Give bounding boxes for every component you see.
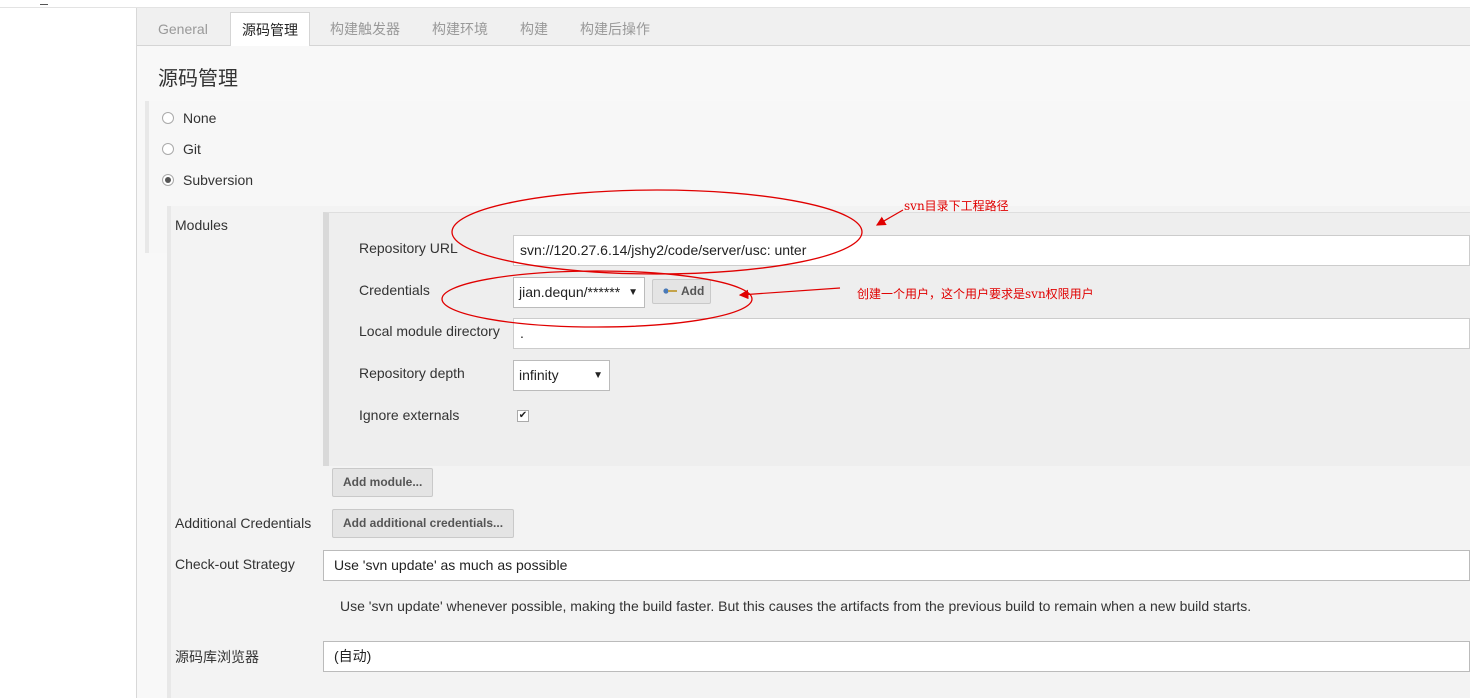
local-dir-input[interactable]: . [513, 318, 1470, 349]
radio-none-label: None [183, 110, 217, 126]
credentials-value: jian.dequn/****** [519, 284, 621, 300]
chevron-down-icon: ▼ [593, 370, 603, 381]
tab-build-triggers[interactable]: 构建触发器 [319, 12, 411, 46]
radio-git-label: Git [183, 141, 201, 157]
ignore-externals-checkbox[interactable]: ✔ [517, 410, 529, 422]
checkout-strategy-description: Use 'svn update' whenever possible, maki… [340, 598, 1252, 614]
depth-value: infinity [519, 367, 559, 383]
checkout-strategy-label: Check-out Strategy [175, 556, 295, 572]
radio-none[interactable] [162, 112, 174, 124]
add-module-button[interactable]: Add module... [332, 468, 434, 497]
depth-select[interactable]: infinity ▼ [513, 360, 610, 391]
credentials-label: Credentials [359, 282, 430, 298]
annotation-user-note: 创建一个用户，这个用户要求是svn权限用户 [857, 287, 1094, 301]
tab-build[interactable]: 构建 [509, 12, 559, 46]
tab-build-environment[interactable]: 构建环境 [421, 12, 499, 46]
credentials-select[interactable]: jian.dequn/****** ▼ [513, 277, 645, 308]
radio-subversion[interactable] [162, 174, 174, 186]
modules-label: Modules [175, 217, 228, 233]
top-edge [0, 0, 1470, 8]
depth-label: Repository depth [359, 365, 465, 381]
add-additional-credentials-button[interactable]: Add additional credentials... [332, 509, 515, 538]
scm-option-git[interactable]: Git [162, 139, 201, 159]
page-title: 源码管理 [158, 66, 238, 90]
key-icon [663, 288, 677, 294]
add-credentials-label: Add [681, 284, 705, 298]
ignore-externals-label: Ignore externals [359, 407, 460, 423]
chevron-down-icon: ▼ [628, 287, 638, 298]
scm-section: 源码管理 None Git Subversion Modules Reposit… [137, 46, 1470, 698]
repository-browser-select[interactable]: (自动) [323, 641, 1470, 672]
scm-option-none[interactable]: None [162, 108, 216, 128]
additional-credentials-label: Additional Credentials [175, 515, 312, 531]
radio-subversion-label: Subversion [183, 172, 254, 188]
module-entry: Repository URL svn://120.27.6.14/jshy2/c… [323, 212, 1470, 466]
add-credentials-button[interactable]: Add [652, 279, 712, 304]
tab-scm[interactable]: 源码管理 [230, 12, 310, 47]
repository-url-input[interactable]: svn://120.27.6.14/jshy2/code/server/usc:… [513, 235, 1470, 266]
tab-general[interactable]: General [147, 12, 219, 46]
repository-browser-label: 源码库浏览器 [175, 649, 259, 665]
scm-option-subversion[interactable]: Subversion [162, 170, 253, 190]
checkout-strategy-select[interactable]: Use 'svn update' as much as possible [323, 550, 1470, 581]
window-marker [40, 4, 48, 5]
radio-git[interactable] [162, 143, 174, 155]
local-dir-label: Local module directory [359, 323, 500, 339]
tab-post-build[interactable]: 构建后操作 [569, 12, 661, 46]
repository-url-label: Repository URL [359, 240, 458, 256]
left-pane [0, 8, 137, 698]
config-tabbar: General 源码管理 构建触发器 构建环境 构建 构建后操作 [137, 8, 1470, 47]
annotation-svn-path: svn目录下工程路径 [904, 199, 1009, 213]
